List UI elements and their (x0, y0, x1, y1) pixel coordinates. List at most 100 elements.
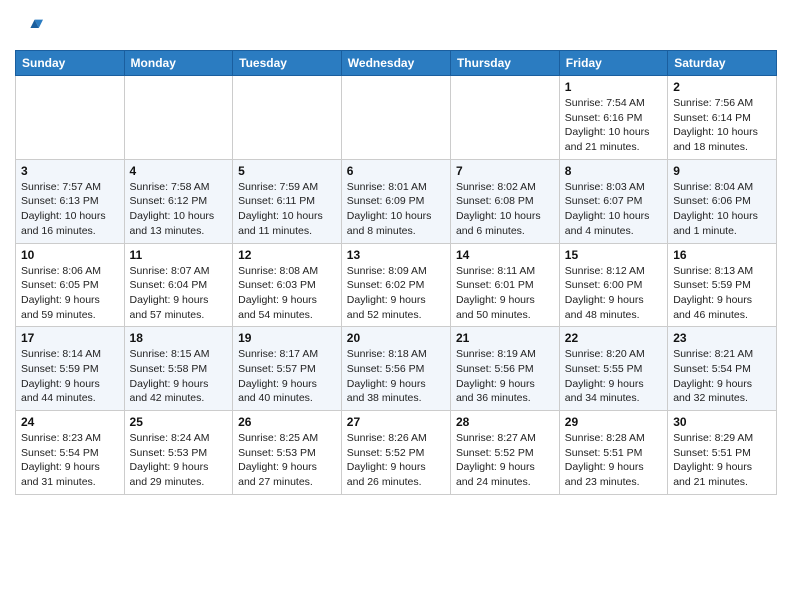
day-cell-14: 14 Sunrise: 8:11 AM Sunset: 6:01 PM Dayli… (450, 243, 559, 327)
day-cell-17: 17 Sunrise: 8:14 AM Sunset: 5:59 PM Dayli… (16, 327, 125, 411)
calendar-table: SundayMondayTuesdayWednesdayThursdayFrid… (15, 50, 777, 495)
day-info-6: Sunrise: 8:01 AM Sunset: 6:09 PM Dayligh… (347, 180, 445, 239)
day-cell-3: 3 Sunrise: 7:57 AM Sunset: 6:13 PM Daylig… (16, 159, 125, 243)
page: SundayMondayTuesdayWednesdayThursdayFrid… (0, 0, 792, 505)
day-number-19: 19 (238, 331, 336, 345)
day-cell-12: 12Sunrise: 8:08 AM Sunset: 6:03 PM Dayli… (233, 243, 342, 327)
calendar-body: 1Sunrise: 7:54 AM Sunset: 6:16 PM Daylig… (16, 76, 777, 495)
day-info-3: Sunrise: 7:57 AM Sunset: 6:13 PM Dayligh… (21, 180, 119, 239)
day-number-15: 15 (565, 248, 662, 262)
day-number-25: 25 (130, 415, 228, 429)
day-cell-10: 10 Sunrise: 8:06 AM Sunset: 6:05 PM Dayli… (16, 243, 125, 327)
day-number-24: 24 (21, 415, 119, 429)
day-number-16: 16 (673, 248, 771, 262)
day-info-10: Sunrise: 8:06 AM Sunset: 6:05 PM Dayligh… (21, 264, 119, 323)
day-cell-23: 23Sunrise: 8:21 AM Sunset: 5:54 PM Dayli… (668, 327, 777, 411)
empty-cell (16, 76, 125, 160)
empty-cell (450, 76, 559, 160)
calendar-week-5: 24 Sunrise: 8:23 AM Sunset: 5:54 PM Dayli… (16, 411, 777, 495)
day-number-22: 22 (565, 331, 662, 345)
day-number-3: 3 (21, 164, 119, 178)
day-number-2: 2 (673, 80, 771, 94)
day-info-4: Sunrise: 7:58 AM Sunset: 6:12 PM Dayligh… (130, 180, 228, 239)
day-info-7: Sunrise: 8:02 AM Sunset: 6:08 PM Dayligh… (456, 180, 554, 239)
day-cell-11: 11 Sunrise: 8:07 AM Sunset: 6:04 PM Dayli… (124, 243, 233, 327)
day-number-7: 7 (456, 164, 554, 178)
day-info-8: Sunrise: 8:03 AM Sunset: 6:07 PM Dayligh… (565, 180, 662, 239)
day-info-25: Sunrise: 8:24 AM Sunset: 5:53 PM Dayligh… (130, 431, 228, 490)
day-number-5: 5 (238, 164, 336, 178)
day-cell-25: 25 Sunrise: 8:24 AM Sunset: 5:53 PM Dayli… (124, 411, 233, 495)
day-info-9: Sunrise: 8:04 AM Sunset: 6:06 PM Dayligh… (673, 180, 771, 239)
header-row: SundayMondayTuesdayWednesdayThursdayFrid… (16, 51, 777, 76)
day-info-22: Sunrise: 8:20 AM Sunset: 5:55 PM Dayligh… (565, 347, 662, 406)
day-cell-19: 19 Sunrise: 8:17 AM Sunset: 5:57 PM Dayli… (233, 327, 342, 411)
empty-cell (124, 76, 233, 160)
header (15, 10, 777, 42)
day-info-13: Sunrise: 8:09 AM Sunset: 6:02 PM Dayligh… (347, 264, 445, 323)
day-cell-6: 6 Sunrise: 8:01 AM Sunset: 6:09 PM Daylig… (341, 159, 450, 243)
day-info-24: Sunrise: 8:23 AM Sunset: 5:54 PM Dayligh… (21, 431, 119, 490)
day-info-14: Sunrise: 8:11 AM Sunset: 6:01 PM Dayligh… (456, 264, 554, 323)
day-number-8: 8 (565, 164, 662, 178)
day-info-27: Sunrise: 8:26 AM Sunset: 5:52 PM Dayligh… (347, 431, 445, 490)
day-info-20: Sunrise: 8:18 AM Sunset: 5:56 PM Dayligh… (347, 347, 445, 406)
calendar-header: SundayMondayTuesdayWednesdayThursdayFrid… (16, 51, 777, 76)
day-cell-5: 5 Sunrise: 7:59 AM Sunset: 6:11 PM Daylig… (233, 159, 342, 243)
day-number-13: 13 (347, 248, 445, 262)
day-cell-13: 13 Sunrise: 8:09 AM Sunset: 6:02 PM Dayli… (341, 243, 450, 327)
day-number-27: 27 (347, 415, 445, 429)
day-info-28: Sunrise: 8:27 AM Sunset: 5:52 PM Dayligh… (456, 431, 554, 490)
calendar-week-4: 17 Sunrise: 8:14 AM Sunset: 5:59 PM Dayli… (16, 327, 777, 411)
day-cell-24: 24 Sunrise: 8:23 AM Sunset: 5:54 PM Dayli… (16, 411, 125, 495)
day-info-2: Sunrise: 7:56 AM Sunset: 6:14 PM Dayligh… (673, 96, 771, 155)
day-cell-18: 18 Sunrise: 8:15 AM Sunset: 5:58 PM Dayli… (124, 327, 233, 411)
calendar-week-3: 10 Sunrise: 8:06 AM Sunset: 6:05 PM Dayli… (16, 243, 777, 327)
calendar-week-2: 3 Sunrise: 7:57 AM Sunset: 6:13 PM Daylig… (16, 159, 777, 243)
day-info-17: Sunrise: 8:14 AM Sunset: 5:59 PM Dayligh… (21, 347, 119, 406)
day-cell-21: 21 Sunrise: 8:19 AM Sunset: 5:56 PM Dayli… (450, 327, 559, 411)
day-number-6: 6 (347, 164, 445, 178)
logo-icon (15, 14, 43, 42)
day-info-29: Sunrise: 8:28 AM Sunset: 5:51 PM Dayligh… (565, 431, 662, 490)
day-number-29: 29 (565, 415, 662, 429)
empty-cell (341, 76, 450, 160)
day-info-26: Sunrise: 8:25 AM Sunset: 5:53 PM Dayligh… (238, 431, 336, 490)
day-cell-15: 15 Sunrise: 8:12 AM Sunset: 6:00 PM Dayli… (559, 243, 667, 327)
day-cell-4: 4Sunrise: 7:58 AM Sunset: 6:12 PM Daylig… (124, 159, 233, 243)
day-header-tuesday: Tuesday (233, 51, 342, 76)
day-number-10: 10 (21, 248, 119, 262)
day-cell-27: 27 Sunrise: 8:26 AM Sunset: 5:52 PM Dayli… (341, 411, 450, 495)
day-number-23: 23 (673, 331, 771, 345)
day-header-saturday: Saturday (668, 51, 777, 76)
day-info-18: Sunrise: 8:15 AM Sunset: 5:58 PM Dayligh… (130, 347, 228, 406)
day-cell-26: 26 Sunrise: 8:25 AM Sunset: 5:53 PM Dayli… (233, 411, 342, 495)
day-cell-9: 9 Sunrise: 8:04 AM Sunset: 6:06 PM Daylig… (668, 159, 777, 243)
day-number-21: 21 (456, 331, 554, 345)
day-header-monday: Monday (124, 51, 233, 76)
day-number-14: 14 (456, 248, 554, 262)
day-cell-28: 28 Sunrise: 8:27 AM Sunset: 5:52 PM Dayli… (450, 411, 559, 495)
day-info-5: Sunrise: 7:59 AM Sunset: 6:11 PM Dayligh… (238, 180, 336, 239)
day-number-30: 30 (673, 415, 771, 429)
day-cell-29: 29 Sunrise: 8:28 AM Sunset: 5:51 PM Dayli… (559, 411, 667, 495)
day-number-9: 9 (673, 164, 771, 178)
day-header-sunday: Sunday (16, 51, 125, 76)
day-info-12: Sunrise: 8:08 AM Sunset: 6:03 PM Dayligh… (238, 264, 336, 323)
day-cell-2: 2 Sunrise: 7:56 AM Sunset: 6:14 PM Daylig… (668, 76, 777, 160)
day-cell-8: 8 Sunrise: 8:03 AM Sunset: 6:07 PM Daylig… (559, 159, 667, 243)
day-cell-20: 20Sunrise: 8:18 AM Sunset: 5:56 PM Dayli… (341, 327, 450, 411)
day-cell-1: 1Sunrise: 7:54 AM Sunset: 6:16 PM Daylig… (559, 76, 667, 160)
day-info-21: Sunrise: 8:19 AM Sunset: 5:56 PM Dayligh… (456, 347, 554, 406)
day-info-15: Sunrise: 8:12 AM Sunset: 6:00 PM Dayligh… (565, 264, 662, 323)
day-number-18: 18 (130, 331, 228, 345)
day-number-17: 17 (21, 331, 119, 345)
day-info-19: Sunrise: 8:17 AM Sunset: 5:57 PM Dayligh… (238, 347, 336, 406)
day-number-26: 26 (238, 415, 336, 429)
day-info-11: Sunrise: 8:07 AM Sunset: 6:04 PM Dayligh… (130, 264, 228, 323)
day-number-28: 28 (456, 415, 554, 429)
calendar-week-1: 1Sunrise: 7:54 AM Sunset: 6:16 PM Daylig… (16, 76, 777, 160)
day-header-thursday: Thursday (450, 51, 559, 76)
day-number-11: 11 (130, 248, 228, 262)
logo (15, 14, 45, 42)
